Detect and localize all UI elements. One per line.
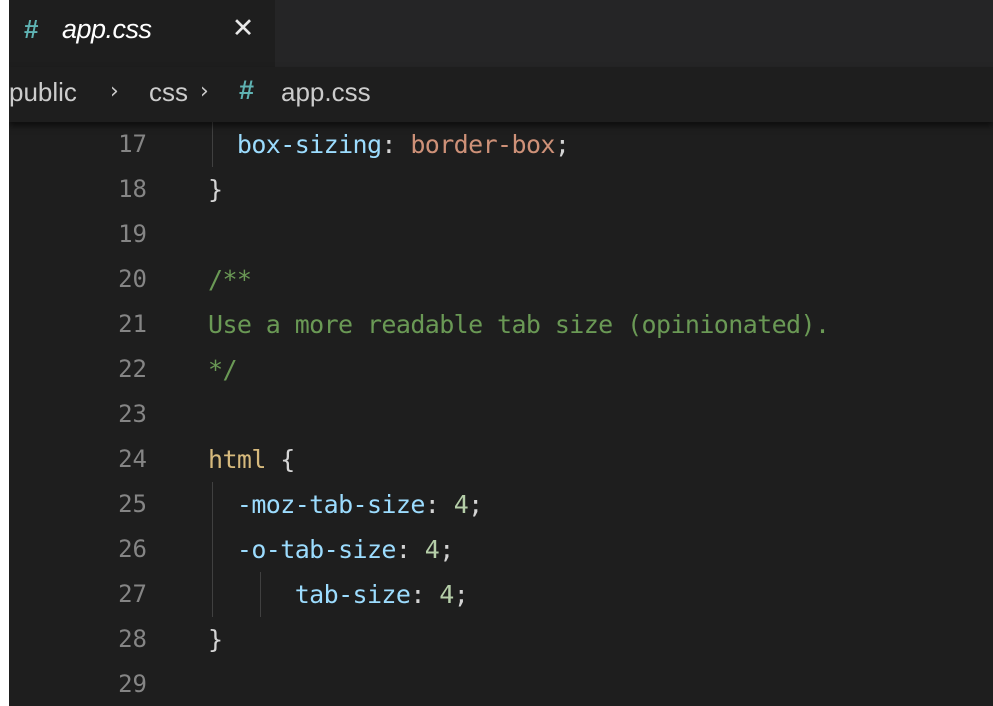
line-number: 21 <box>118 310 147 338</box>
close-icon[interactable]: ✕ <box>228 12 258 46</box>
line-content: } <box>208 175 223 204</box>
line-number: 26 <box>118 535 147 563</box>
line-content: -o-tab-size: 4; <box>236 535 454 564</box>
line-content: } <box>208 625 223 654</box>
line-content: */ <box>208 355 238 384</box>
line-number: 29 <box>118 670 147 698</box>
tab-app-css[interactable]: # app.css ✕ <box>9 0 275 67</box>
line-number: 22 <box>118 355 147 383</box>
editor-window: # app.css ✕ public › css › # app.css 17 … <box>9 0 993 706</box>
code-editor[interactable]: 17 box-sizing: border-box; 18 } 19 20 /*… <box>9 122 993 706</box>
code-line: 23 <box>9 392 993 437</box>
code-line: 22 */ <box>9 347 993 392</box>
code-line: 19 <box>9 212 993 257</box>
breadcrumb-item-public[interactable]: public <box>9 75 77 109</box>
line-content: /** <box>208 265 252 294</box>
line-content: box-sizing: border-box; <box>236 130 570 159</box>
line-number: 18 <box>118 175 147 203</box>
css-file-icon: # <box>239 75 255 105</box>
window-edge <box>0 0 9 706</box>
line-number: 23 <box>118 400 147 428</box>
line-number: 20 <box>118 265 147 293</box>
line-number: 24 <box>118 445 147 473</box>
code-line: 26 -o-tab-size: 4; <box>9 527 993 572</box>
code-line: 21 Use a more readable tab size (opinion… <box>9 302 993 347</box>
css-file-icon: # <box>24 14 39 44</box>
code-line: 20 /** <box>9 257 993 302</box>
line-number: 28 <box>118 625 147 653</box>
chevron-right-icon: › <box>110 79 119 104</box>
line-number: 19 <box>118 220 147 248</box>
line-number: 27 <box>118 580 147 608</box>
tab-title: app.css <box>62 14 152 44</box>
code-line: 29 <box>9 662 993 706</box>
line-content: html { <box>208 445 295 474</box>
line-content: tab-size: 4; <box>294 580 469 609</box>
breadcrumb-item-file[interactable]: app.css <box>281 75 371 109</box>
line-content: -moz-tab-size: 4; <box>236 490 483 519</box>
line-content: Use a more readable tab size (opinionate… <box>208 310 830 339</box>
code-line: 18 } <box>9 167 993 212</box>
chevron-right-icon: › <box>200 79 209 104</box>
code-line: 17 box-sizing: border-box; <box>9 122 993 167</box>
code-line: 27 tab-size: 4; <box>9 572 993 617</box>
breadcrumb-item-css[interactable]: css <box>149 75 188 109</box>
line-number: 17 <box>118 130 147 158</box>
code-line: 25 -moz-tab-size: 4; <box>9 482 993 527</box>
line-number: 25 <box>118 490 147 518</box>
code-line: 28 } <box>9 617 993 662</box>
code-line: 24 html { <box>9 437 993 482</box>
tab-bar: # app.css ✕ <box>9 0 993 67</box>
breadcrumb: public › css › # app.css <box>9 67 993 122</box>
